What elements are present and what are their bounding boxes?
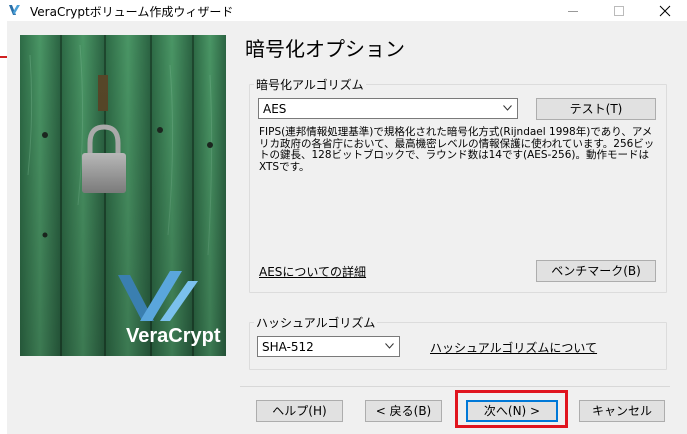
hash-group-label: ハッシュアルゴリズム [254, 314, 378, 331]
minimize-icon [568, 11, 578, 12]
encryption-description: FIPS(連邦情報処理基準)で規格化された暗号化方式(Rijndael 1998… [259, 126, 655, 173]
maximize-button[interactable] [596, 0, 642, 21]
test-button[interactable]: テスト(T) [536, 98, 656, 120]
wizard-window: VeraCryptボリューム作成ウィザード VeraCrypt 暗号化オプション… [0, 0, 687, 434]
cancel-button[interactable]: キャンセル [579, 400, 665, 422]
veracrypt-app-icon [8, 3, 22, 17]
benchmark-button[interactable]: ベンチマーク(B) [536, 260, 656, 282]
next-button-highlight-box [455, 390, 568, 428]
wizard-hero-image: VeraCrypt [20, 35, 226, 356]
close-button[interactable] [642, 0, 687, 21]
close-icon [659, 5, 671, 17]
help-button[interactable]: ヘルプ(H) [256, 400, 343, 422]
page-title: 暗号化オプション [245, 37, 405, 61]
hero-logo-text: VeraCrypt [126, 325, 221, 347]
chevron-down-icon [385, 343, 394, 349]
footer-separator [240, 386, 670, 387]
encryption-algorithm-select[interactable]: AES [258, 98, 518, 119]
background-window-edge [0, 21, 7, 434]
hash-about-link[interactable]: ハッシュアルゴリズムについて [430, 339, 597, 356]
hash-algorithm-select[interactable]: SHA-512 [257, 336, 400, 357]
back-button[interactable]: < 戻る(B) [365, 400, 442, 422]
minimize-button[interactable] [550, 0, 596, 21]
maximize-icon [614, 6, 624, 16]
hash-algorithm-value: SHA-512 [262, 340, 314, 354]
chevron-down-icon [503, 105, 512, 111]
background-red-mark [0, 56, 7, 58]
window-title: VeraCryptボリューム作成ウィザード [30, 5, 234, 19]
title-bar[interactable]: VeraCryptボリューム作成ウィザード [0, 0, 687, 21]
encryption-algorithm-value: AES [263, 102, 287, 116]
encryption-group-label: 暗号化アルゴリズム [254, 76, 366, 93]
aes-details-link[interactable]: AESについての詳細 [259, 263, 366, 280]
